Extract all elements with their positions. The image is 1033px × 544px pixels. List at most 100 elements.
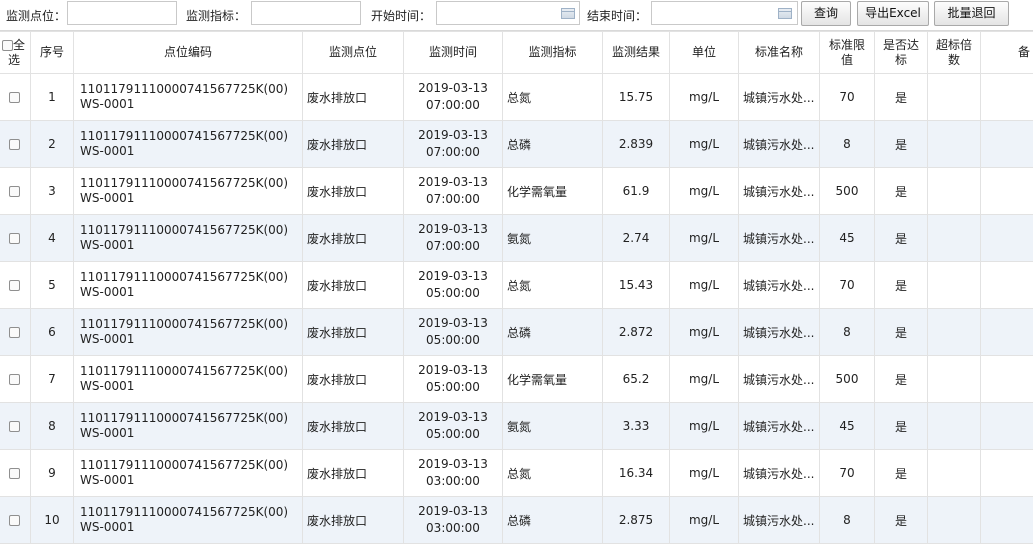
monitor-time: 2019-03-1305:00:00 — [404, 262, 503, 309]
point-code: 11011791110000741567725K(00)WS-0001 — [74, 450, 303, 497]
row-select-cell[interactable] — [0, 168, 31, 215]
point-filter-input[interactable] — [67, 1, 177, 25]
remark — [981, 309, 1033, 356]
point-code: 11011791110000741567725K(00)WS-0001 — [74, 403, 303, 450]
row-select-cell[interactable] — [0, 403, 31, 450]
standard-name: 城镇污水处... — [739, 262, 820, 309]
row-checkbox[interactable] — [9, 421, 20, 432]
exceed-multiple — [928, 168, 981, 215]
standard-name: 城镇污水处... — [739, 74, 820, 121]
point-code: 11011791110000741567725K(00)WS-0001 — [74, 309, 303, 356]
col-time-header: 监测时间 — [404, 32, 503, 74]
standard-limit: 70 — [820, 262, 875, 309]
start-time-input[interactable] — [436, 1, 580, 25]
col-index-header: 序号 — [31, 32, 74, 74]
table-row: 311011791110000741567725K(00)WS-0001废水排放… — [0, 168, 1033, 215]
table-row: 511011791110000741567725K(00)WS-0001废水排放… — [0, 262, 1033, 309]
table-body: 111011791110000741567725K(00)WS-0001废水排放… — [0, 74, 1033, 544]
select-all-checkbox[interactable] — [2, 40, 13, 51]
row-select-cell[interactable] — [0, 497, 31, 544]
row-checkbox[interactable] — [9, 374, 20, 385]
remark — [981, 403, 1033, 450]
result-unit: mg/L — [670, 262, 739, 309]
monitor-date: 2019-03-13 — [418, 363, 488, 377]
monitor-result: 65.2 — [603, 356, 670, 403]
compliance-status: 是 — [875, 309, 928, 356]
monitor-indicator: 氨氮 — [503, 403, 603, 450]
col-compliant-header: 是否达标 — [875, 32, 928, 74]
exceed-multiple — [928, 309, 981, 356]
point-code: 11011791110000741567725K(00)WS-0001 — [74, 74, 303, 121]
compliance-status: 是 — [875, 121, 928, 168]
monitor-clock: 07:00:00 — [426, 145, 480, 159]
row-select-cell[interactable] — [0, 309, 31, 356]
query-button[interactable]: 查询 — [801, 1, 851, 26]
monitor-indicator: 化学需氧量 — [503, 356, 603, 403]
exceed-multiple — [928, 356, 981, 403]
point-code: 11011791110000741567725K(00)WS-0001 — [74, 497, 303, 544]
batch-return-button[interactable]: 批量退回 — [934, 1, 1009, 26]
monitor-date: 2019-03-13 — [418, 316, 488, 330]
row-checkbox[interactable] — [9, 327, 20, 338]
row-checkbox[interactable] — [9, 280, 20, 291]
select-all-header[interactable]: 全 选 — [0, 32, 31, 74]
remark — [981, 121, 1033, 168]
end-time-input[interactable] — [651, 1, 798, 25]
compliance-status: 是 — [875, 497, 928, 544]
monitor-point: 废水排放口 — [303, 403, 404, 450]
row-checkbox[interactable] — [9, 233, 20, 244]
row-checkbox[interactable] — [9, 186, 20, 197]
monitor-indicator: 总氮 — [503, 262, 603, 309]
monitor-time: 2019-03-1307:00:00 — [404, 74, 503, 121]
monitor-point: 废水排放口 — [303, 168, 404, 215]
monitor-point: 废水排放口 — [303, 121, 404, 168]
compliance-status: 是 — [875, 450, 928, 497]
monitor-point: 废水排放口 — [303, 262, 404, 309]
monitor-point: 废水排放口 — [303, 356, 404, 403]
row-checkbox[interactable] — [9, 92, 20, 103]
row-checkbox[interactable] — [9, 468, 20, 479]
monitor-result: 2.875 — [603, 497, 670, 544]
monitor-clock: 07:00:00 — [426, 98, 480, 112]
indicator-filter-input[interactable] — [251, 1, 361, 25]
exceed-multiple — [928, 497, 981, 544]
row-index: 5 — [31, 262, 74, 309]
calendar-icon[interactable] — [778, 8, 792, 19]
row-select-cell[interactable] — [0, 215, 31, 262]
table-row: 811011791110000741567725K(00)WS-0001废水排放… — [0, 403, 1033, 450]
standard-limit: 8 — [820, 309, 875, 356]
col-limit-header: 标准限值 — [820, 32, 875, 74]
row-select-cell[interactable] — [0, 74, 31, 121]
monitor-time: 2019-03-13 07:00:00 — [404, 121, 503, 168]
result-unit: mg/L — [670, 121, 739, 168]
standard-name: 城镇污水处... — [739, 215, 820, 262]
monitor-indicator: 总氮 — [503, 74, 603, 121]
monitor-clock: 07:00:00 — [426, 192, 480, 206]
remark — [981, 168, 1033, 215]
monitor-date: 2019-03-13 — [418, 457, 488, 471]
row-checkbox[interactable] — [9, 139, 20, 150]
monitor-time: 2019-03-1307:00:00 — [404, 168, 503, 215]
monitor-date: 2019-03-13 — [418, 128, 488, 142]
monitor-result: 15.75 — [603, 74, 670, 121]
monitor-time: 2019-03-1305:00:00 — [404, 309, 503, 356]
monitor-clock: 07:00:00 — [426, 239, 480, 253]
indicator-filter-label: 监测指标： — [186, 7, 246, 24]
row-select-cell[interactable] — [0, 356, 31, 403]
row-select-cell[interactable] — [0, 450, 31, 497]
row-checkbox[interactable] — [9, 515, 20, 526]
remark — [981, 74, 1033, 121]
table-row: 411011791110000741567725K(00)WS-0001废水排放… — [0, 215, 1033, 262]
monitor-time: 2019-03-1303:00:00 — [404, 497, 503, 544]
filter-bar: 监测点位： 监测指标： 开始时间： 结束时间： 查询 导出Excel 批量退回 — [0, 0, 1033, 31]
point-code: 11011791110000741567725K(00)WS-0001 — [74, 356, 303, 403]
result-unit: mg/L — [670, 74, 739, 121]
table-row: 1011011791110000741567725K(00)WS-0001废水排… — [0, 497, 1033, 544]
row-select-cell[interactable] — [0, 121, 31, 168]
export-excel-button[interactable]: 导出Excel — [857, 1, 929, 26]
row-select-cell[interactable] — [0, 262, 31, 309]
row-index: 1 — [31, 74, 74, 121]
calendar-icon[interactable] — [561, 8, 575, 19]
standard-limit: 45 — [820, 403, 875, 450]
select-all-label-1: 全 — [13, 38, 25, 52]
